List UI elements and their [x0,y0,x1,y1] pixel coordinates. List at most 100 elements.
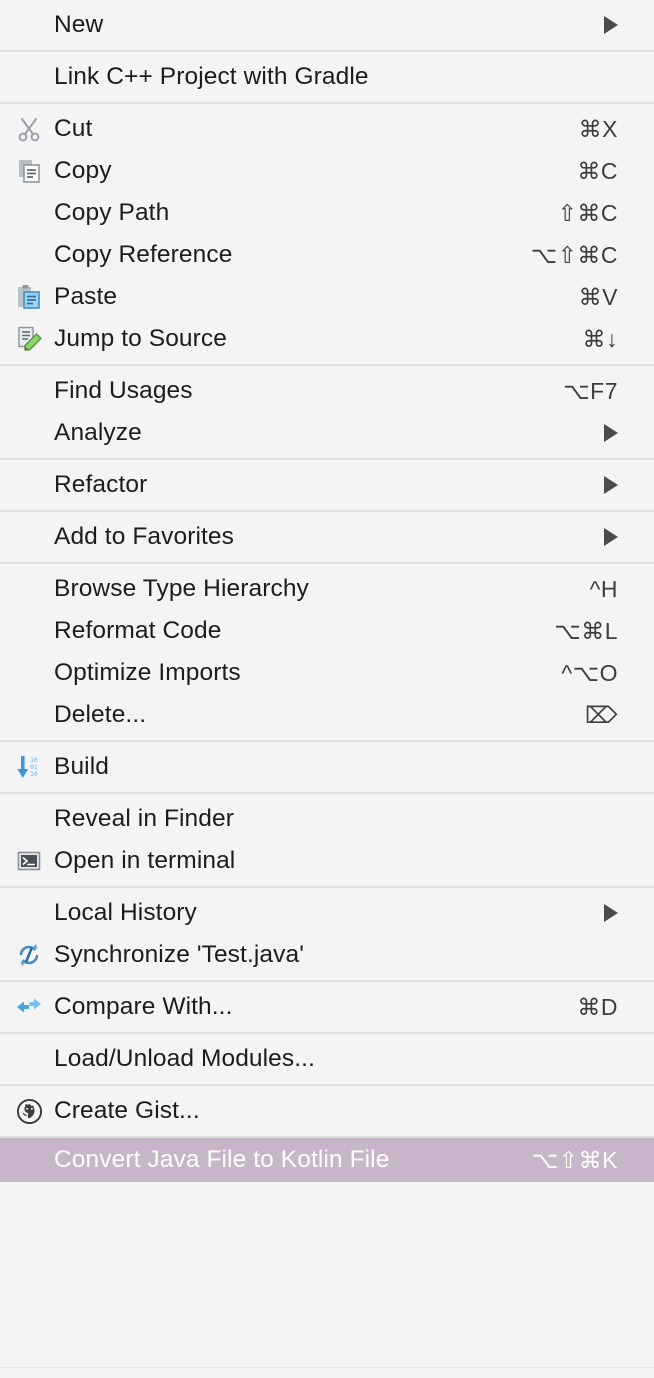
menu-item-icon-empty [0,694,54,736]
menu-item-shortcut: ⌘D [577,993,618,1020]
menu-item-reformat-code[interactable]: Reformat Code ⌥⌘L [0,610,654,652]
menu-group-build: 10 01 10 Build [0,740,654,792]
menu-item-analyze[interactable]: Analyze [0,412,654,454]
submenu-arrow-icon [604,16,618,34]
menu-item-label: Cut [54,116,93,142]
menu-item-shortcut: ⌥⇧⌘C [530,241,618,268]
terminal-icon [0,840,54,882]
svg-text:10: 10 [30,770,38,778]
menu-item-label: Build [54,754,109,780]
menu-item-shortcut: ⌥⌘L [554,617,618,644]
menu-item-open-in-terminal[interactable]: Open in terminal [0,840,654,882]
menu-item-cut[interactable]: Cut ⌘X [0,108,654,150]
menu-item-compare-with[interactable]: Compare With... ⌘D [0,986,654,1028]
menu-item-label: Convert Java File to Kotlin File [54,1147,390,1173]
menu-item-local-history[interactable]: Local History [0,892,654,934]
menu-item-refactor[interactable]: Refactor [0,464,654,506]
menu-item-label: Analyze [54,420,142,446]
menu-item-icon-empty [0,798,54,840]
menu-item-shortcut: ^H [589,575,618,602]
menu-item-icon-empty [0,4,54,46]
menu-item-synchronize-test-java[interactable]: Synchronize 'Test.java' [0,934,654,976]
scissors-icon [0,108,54,150]
menu-item-icon-empty [0,234,54,276]
menu-item-icon-empty [0,56,54,98]
menu-item-icon-empty [0,412,54,454]
menu-item-shortcut: ^⌥O [561,659,618,686]
submenu-arrow-icon [604,424,618,442]
context-menu: New Link C++ Project with Gradle Cut ⌘X Co… [0,0,654,1378]
menu-group-compare: Compare With... ⌘D [0,980,654,1032]
menu-item-label: Link C++ Project with Gradle [54,64,369,90]
menu-group-code: Browse Type Hierarchy ^H Reformat Code ⌥⌘L O… [0,562,654,740]
menu-item-label: Load/Unload Modules... [54,1046,315,1072]
menu-group-reveal: Reveal in Finder Open in terminal [0,792,654,886]
menu-item-label: Reveal in Finder [54,806,234,832]
menu-group-favorites: Add to Favorites [0,510,654,562]
menu-item-label: Reformat Code [54,618,222,644]
copy-icon [0,150,54,192]
menu-item-label: Synchronize 'Test.java' [54,942,304,968]
menu-item-label: New [54,12,104,38]
menu-group-link-gradle: Link C++ Project with Gradle [0,50,654,102]
menu-item-label: Add to Favorites [54,524,234,550]
menu-item-copy-path[interactable]: Copy Path ⇧⌘C [0,192,654,234]
submenu-arrow-icon [604,904,618,922]
menu-item-copy[interactable]: Copy ⌘C [0,150,654,192]
menu-item-icon-empty [0,1038,54,1080]
menu-item-shortcut: ⇧⌘C [557,199,618,226]
menu-item-link-c-project-with-gradle[interactable]: Link C++ Project with Gradle [0,56,654,98]
menu-item-label: Find Usages [54,378,193,404]
menu-item-icon-empty [0,568,54,610]
submenu-arrow-icon [604,476,618,494]
menu-group-modules: Load/Unload Modules... [0,1032,654,1084]
menu-item-new[interactable]: New [0,4,654,46]
menu-bottom-edge [0,1367,654,1378]
menu-item-label: Optimize Imports [54,660,241,686]
menu-item-build[interactable]: 10 01 10 Build [0,746,654,788]
menu-item-copy-reference[interactable]: Copy Reference ⌥⇧⌘C [0,234,654,276]
menu-item-label: Jump to Source [54,326,227,352]
menu-item-load-unload-modules[interactable]: Load/Unload Modules... [0,1038,654,1080]
menu-item-label: Paste [54,284,118,310]
menu-item-icon-empty [0,516,54,558]
menu-item-reveal-in-finder[interactable]: Reveal in Finder [0,798,654,840]
menu-item-icon-empty [0,464,54,506]
menu-item-label: Open in terminal [54,848,236,874]
menu-item-shortcut: ⌘X [578,115,618,142]
submenu-arrow-icon [604,528,618,546]
menu-item-browse-type-hierarchy[interactable]: Browse Type Hierarchy ^H [0,568,654,610]
menu-item-jump-to-source[interactable]: Jump to Source ⌘↓ [0,318,654,360]
menu-item-shortcut: ⌘V [578,283,618,310]
menu-item-convert-java-file-to-kotlin-file[interactable]: Convert Java File to Kotlin File ⌥⇧⌘K [0,1138,654,1182]
menu-group-new: New [0,0,654,50]
menu-group-find: Find Usages ⌥F7 Analyze [0,364,654,458]
menu-item-label: Copy Path [54,200,170,226]
menu-item-label: Local History [54,900,197,926]
menu-item-label: Copy [54,158,112,184]
paste-icon [0,276,54,318]
menu-item-label: Compare With... [54,994,233,1020]
menu-item-shortcut: ⌥⇧⌘K [531,1146,618,1173]
synchronize-icon [0,934,54,976]
menu-item-paste[interactable]: Paste ⌘V [0,276,654,318]
menu-group-kotlin: Convert Java File to Kotlin File ⌥⇧⌘K [0,1136,654,1182]
menu-item-label: Copy Reference [54,242,233,268]
menu-item-icon-empty [0,192,54,234]
menu-item-find-usages[interactable]: Find Usages ⌥F7 [0,370,654,412]
menu-group-refactor: Refactor [0,458,654,510]
menu-item-create-gist[interactable]: Create Gist... [0,1090,654,1132]
compare-icon [0,986,54,1028]
menu-item-label: Create Gist... [54,1098,200,1124]
menu-group-clipboard: Cut ⌘X Copy ⌘C Copy Path ⇧⌘C Copy Reference ⌥⇧… [0,102,654,364]
build-icon: 10 01 10 [0,746,54,788]
menu-item-shortcut: ⌘C [577,157,618,184]
menu-item-icon-empty [0,610,54,652]
menu-item-optimize-imports[interactable]: Optimize Imports ^⌥O [0,652,654,694]
menu-item-label: Delete... [54,702,147,728]
menu-group-gist: Create Gist... [0,1084,654,1136]
menu-item-add-to-favorites[interactable]: Add to Favorites [0,516,654,558]
github-icon [0,1090,54,1132]
menu-item-delete[interactable]: Delete... ⌦ [0,694,654,736]
menu-item-icon-empty [0,652,54,694]
